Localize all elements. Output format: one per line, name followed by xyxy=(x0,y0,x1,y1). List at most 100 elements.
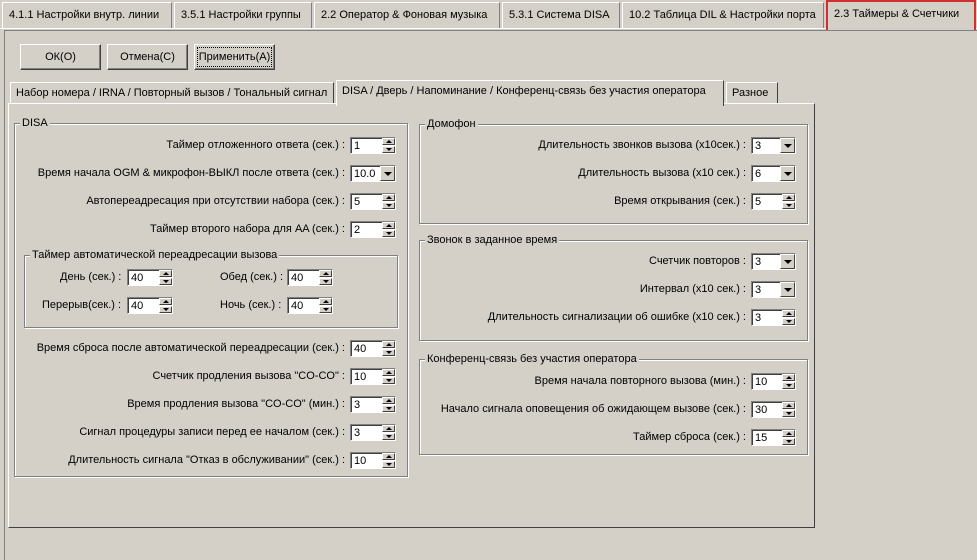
spin-up-icon[interactable] xyxy=(319,298,332,305)
spin-up-icon[interactable] xyxy=(782,310,795,317)
spin-up-icon[interactable] xyxy=(782,194,795,201)
spin-buttons[interactable] xyxy=(382,138,395,153)
delayed-answer-stepper[interactable]: 1 xyxy=(350,137,396,154)
tab-timers-counters[interactable]: 2.3 Таймеры & Счетчики xyxy=(826,0,976,30)
ok-button[interactable]: ОК(O) xyxy=(20,44,101,70)
spin-up-icon[interactable] xyxy=(782,374,795,381)
spin-down-icon[interactable] xyxy=(382,433,395,440)
spin-buttons[interactable] xyxy=(782,430,795,445)
spin-up-icon[interactable] xyxy=(382,397,395,404)
spin-up-icon[interactable] xyxy=(382,425,395,432)
spin-down-icon[interactable] xyxy=(159,306,172,313)
spin-down-icon[interactable] xyxy=(382,202,395,209)
stepper-value: 3 xyxy=(755,312,762,324)
spin-down-icon[interactable] xyxy=(782,202,795,209)
cancel-button[interactable]: Отмена(С) xyxy=(107,44,188,70)
stepper-value: 40 xyxy=(291,300,304,312)
recall-start-stepper[interactable]: 10 xyxy=(751,373,796,390)
spin-down-icon[interactable] xyxy=(382,146,395,153)
spin-up-icon[interactable] xyxy=(159,298,172,305)
spin-up-icon[interactable] xyxy=(382,194,395,201)
apply-button[interactable]: Применить(А) xyxy=(194,44,275,70)
waiting-alert-stepper[interactable]: 30 xyxy=(751,401,796,418)
spin-buttons[interactable] xyxy=(382,369,395,384)
tab-disa-door[interactable]: DISA / Дверь / Напоминание / Конференц-с… xyxy=(336,80,724,106)
chevron-down-icon[interactable] xyxy=(780,166,795,181)
spin-buttons[interactable] xyxy=(382,425,395,440)
spin-down-icon[interactable] xyxy=(382,377,395,384)
spin-up-icon[interactable] xyxy=(782,402,795,409)
spin-buttons[interactable] xyxy=(319,298,332,313)
tab-label: Разное xyxy=(732,87,769,99)
day-stepper[interactable]: 40 xyxy=(127,269,173,286)
second-dial-aa-stepper[interactable]: 2 xyxy=(350,221,396,238)
spin-up-icon[interactable] xyxy=(382,222,395,229)
reset-after-forward-stepper[interactable]: 40 xyxy=(350,340,396,357)
spin-buttons[interactable] xyxy=(159,270,172,285)
spin-up-icon[interactable] xyxy=(382,369,395,376)
delayed-answer-label: Таймер отложенного ответа (сек.) : xyxy=(166,139,345,151)
spin-down-icon[interactable] xyxy=(782,438,795,445)
spin-buttons[interactable] xyxy=(382,222,395,237)
spin-buttons[interactable] xyxy=(159,298,172,313)
tab-group-settings[interactable]: 3.5.1 Настройки группы xyxy=(174,2,312,28)
tab-label: 3.5.1 Настройки группы xyxy=(181,9,301,21)
spin-down-icon[interactable] xyxy=(782,382,795,389)
spin-down-icon[interactable] xyxy=(319,278,332,285)
reorder-tone-stepper[interactable]: 10 xyxy=(350,452,396,469)
spin-down-icon[interactable] xyxy=(782,318,795,325)
repeat-count-select[interactable]: 3 xyxy=(751,253,796,270)
spin-buttons[interactable] xyxy=(782,310,795,325)
chevron-down-icon[interactable] xyxy=(780,254,795,269)
break-stepper[interactable]: 40 xyxy=(127,297,173,314)
spin-down-icon[interactable] xyxy=(382,405,395,412)
lunch-stepper[interactable]: 40 xyxy=(287,269,333,286)
spin-up-icon[interactable] xyxy=(382,341,395,348)
chevron-down-icon[interactable] xyxy=(380,166,395,181)
select-value: 3 xyxy=(755,140,762,152)
chevron-down-icon[interactable] xyxy=(780,138,795,153)
spin-buttons[interactable] xyxy=(319,270,332,285)
tab-label: DISA / Дверь / Напоминание / Конференц-с… xyxy=(342,85,706,97)
night-stepper[interactable]: 40 xyxy=(287,297,333,314)
auto-forward-no-dial-stepper[interactable]: 5 xyxy=(350,193,396,210)
tab-dil-table[interactable]: 10.2 Таблица DIL & Настройки порта xyxy=(622,2,824,28)
spin-down-icon[interactable] xyxy=(782,410,795,417)
spin-buttons[interactable] xyxy=(782,194,795,209)
spin-up-icon[interactable] xyxy=(382,138,395,145)
tab-dial-irna[interactable]: Набор номера / IRNA / Повторный вызов / … xyxy=(10,82,334,104)
record-warning-label: Сигнал процедуры записи перед ее началом… xyxy=(79,426,345,438)
door-open-time-stepper[interactable]: 5 xyxy=(751,193,796,210)
reset-timer-stepper[interactable]: 15 xyxy=(751,429,796,446)
coco-extend-count-stepper[interactable]: 10 xyxy=(350,368,396,385)
spin-up-icon[interactable] xyxy=(159,270,172,277)
spin-buttons[interactable] xyxy=(382,397,395,412)
chevron-down-icon[interactable] xyxy=(780,282,795,297)
spin-buttons[interactable] xyxy=(382,453,395,468)
spin-up-icon[interactable] xyxy=(382,453,395,460)
spin-down-icon[interactable] xyxy=(382,349,395,356)
spin-buttons[interactable] xyxy=(782,402,795,417)
spin-up-icon[interactable] xyxy=(319,270,332,277)
tab-misc[interactable]: Разное xyxy=(726,82,778,104)
record-warning-stepper[interactable]: 3 xyxy=(350,424,396,441)
tab-disa-system[interactable]: 5.3.1 Система DISA xyxy=(502,2,620,28)
spin-buttons[interactable] xyxy=(382,194,395,209)
door-call-duration-select[interactable]: 6 xyxy=(751,165,796,182)
spin-down-icon[interactable] xyxy=(382,461,395,468)
ogm-start-select[interactable]: 10.0 xyxy=(350,165,396,182)
door-ring-duration-select[interactable]: 3 xyxy=(751,137,796,154)
tab-label: Набор номера / IRNA / Повторный вызов / … xyxy=(16,87,328,99)
tab-extension-settings[interactable]: 4.1.1 Настройки внутр. линии xyxy=(2,2,172,28)
spin-up-icon[interactable] xyxy=(782,430,795,437)
coco-extend-time-stepper[interactable]: 3 xyxy=(350,396,396,413)
spin-down-icon[interactable] xyxy=(382,230,395,237)
spin-buttons[interactable] xyxy=(782,374,795,389)
interval-select[interactable]: 3 xyxy=(751,281,796,298)
stepper-value: 3 xyxy=(354,399,361,411)
spin-buttons[interactable] xyxy=(382,341,395,356)
error-alarm-duration-stepper[interactable]: 3 xyxy=(751,309,796,326)
tab-operator-bgm[interactable]: 2.2 Оператор & Фоновая музыка xyxy=(314,2,500,28)
spin-down-icon[interactable] xyxy=(159,278,172,285)
spin-down-icon[interactable] xyxy=(319,306,332,313)
